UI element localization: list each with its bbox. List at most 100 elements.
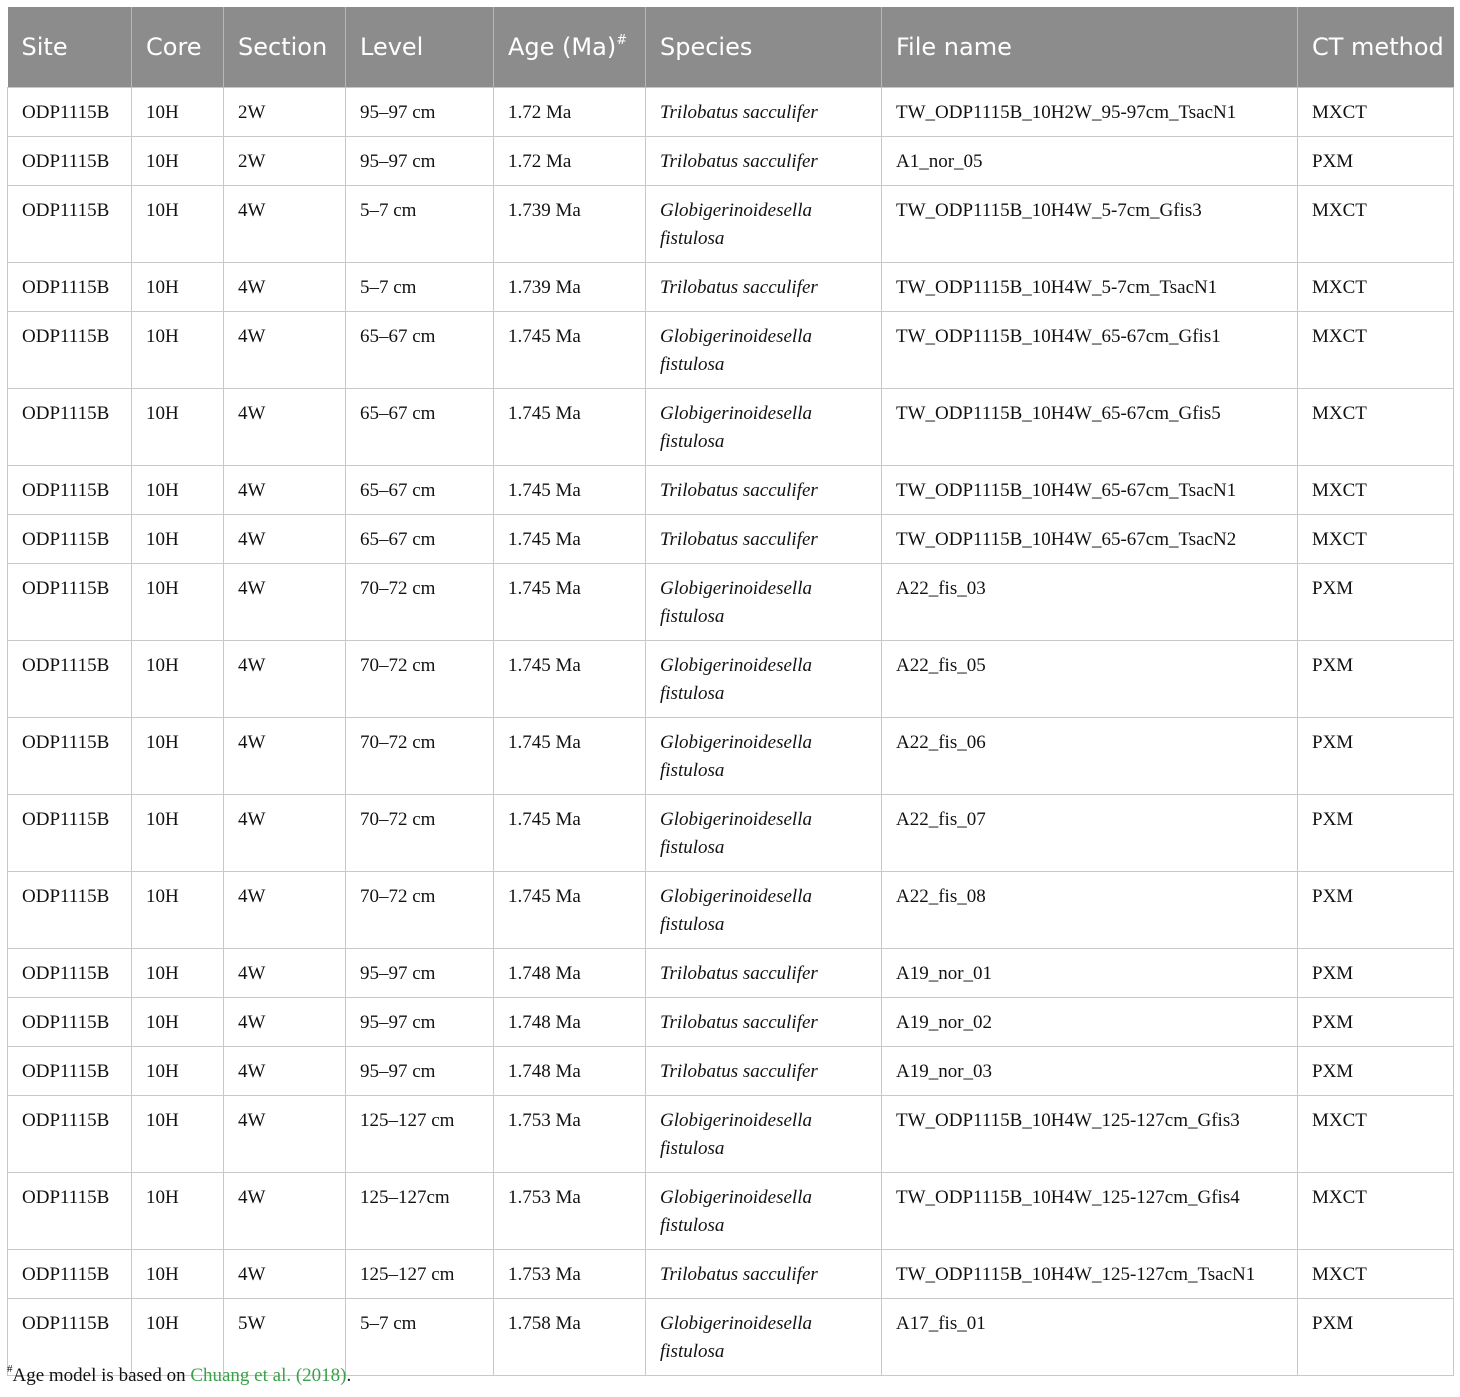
cell-age: 1.745 Ma bbox=[493, 640, 646, 718]
cell-species: Globigerinoidesella fistulosa bbox=[645, 717, 882, 795]
cell-age: 1.753 Ma bbox=[493, 1095, 646, 1173]
cell-species: Globigerinoidesella fistulosa bbox=[645, 1095, 882, 1173]
cell-core: 10H bbox=[131, 514, 224, 564]
table-row: ODP1115B 10H 4W 125–127 cm 1.753 Ma Globigeri… bbox=[7, 1095, 1454, 1173]
cell-level: 65–67 cm bbox=[345, 465, 494, 515]
cell-core: 10H bbox=[131, 640, 224, 718]
cell-ct-method: PXM bbox=[1297, 1298, 1454, 1376]
header-core: Core bbox=[131, 7, 224, 88]
header-site: Site bbox=[7, 7, 132, 88]
cell-section: 4W bbox=[223, 717, 346, 795]
table-row: ODP1115B 10H 5W 5–7 cm 1.758 Ma Globigerinoid… bbox=[7, 1298, 1454, 1376]
cell-ct-method: MXCT bbox=[1297, 262, 1454, 312]
cell-species: Trilobatus sacculifer bbox=[645, 1249, 882, 1299]
cell-file-name: TW_ODP1115B_10H2W_95-97cm_TsacN1 bbox=[881, 87, 1298, 137]
cell-site: ODP1115B bbox=[7, 1298, 132, 1376]
cell-file-name: A19_nor_03 bbox=[881, 1046, 1298, 1096]
cell-level: 95–97 cm bbox=[345, 948, 494, 998]
table-row: ODP1115B 10H 4W 70–72 cm 1.745 Ma Globigerino… bbox=[7, 717, 1454, 795]
cell-level: 70–72 cm bbox=[345, 563, 494, 641]
table-container: Site Core Section Level Age (Ma)# Specie… bbox=[7, 7, 1454, 1376]
table-row: ODP1115B 10H 4W 65–67 cm 1.745 Ma Trilobatus … bbox=[7, 514, 1454, 564]
cell-level: 95–97 cm bbox=[345, 136, 494, 186]
cell-level: 125–127cm bbox=[345, 1172, 494, 1250]
cell-section: 4W bbox=[223, 871, 346, 949]
cell-species: Trilobatus sacculifer bbox=[645, 87, 882, 137]
cell-ct-method: MXCT bbox=[1297, 1172, 1454, 1250]
cell-site: ODP1115B bbox=[7, 136, 132, 186]
cell-ct-method: MXCT bbox=[1297, 87, 1454, 137]
table-row: ODP1115B 10H 2W 95–97 cm 1.72 Ma Trilobatus s… bbox=[7, 87, 1454, 137]
cell-level: 70–72 cm bbox=[345, 794, 494, 872]
table-row: ODP1115B 10H 4W 5–7 cm 1.739 Ma Trilobatus sa… bbox=[7, 262, 1454, 312]
cell-section: 4W bbox=[223, 563, 346, 641]
cell-level: 65–67 cm bbox=[345, 388, 494, 466]
header-species: Species bbox=[645, 7, 882, 88]
cell-level: 70–72 cm bbox=[345, 871, 494, 949]
cell-species: Trilobatus sacculifer bbox=[645, 948, 882, 998]
cell-level: 5–7 cm bbox=[345, 185, 494, 263]
cell-age: 1.745 Ma bbox=[493, 717, 646, 795]
cell-file-name: A22_fis_03 bbox=[881, 563, 1298, 641]
cell-file-name: A19_nor_01 bbox=[881, 948, 1298, 998]
cell-section: 4W bbox=[223, 262, 346, 312]
cell-core: 10H bbox=[131, 871, 224, 949]
cell-species: Globigerinoidesella fistulosa bbox=[645, 871, 882, 949]
cell-section: 5W bbox=[223, 1298, 346, 1376]
table-body: ODP1115B 10H 2W 95–97 cm 1.72 Ma Trilobatus s… bbox=[7, 87, 1454, 1376]
cell-section: 4W bbox=[223, 1095, 346, 1173]
cell-site: ODP1115B bbox=[7, 388, 132, 466]
table-row: ODP1115B 10H 4W 95–97 cm 1.748 Ma Trilobatus … bbox=[7, 997, 1454, 1047]
cell-site: ODP1115B bbox=[7, 794, 132, 872]
cell-ct-method: MXCT bbox=[1297, 1249, 1454, 1299]
cell-core: 10H bbox=[131, 465, 224, 515]
footnote-reference-link[interactable]: Chuang et al. (2018) bbox=[190, 1365, 346, 1386]
cell-file-name: TW_ODP1115B_10H4W_65-67cm_Gfis5 bbox=[881, 388, 1298, 466]
cell-ct-method: PXM bbox=[1297, 794, 1454, 872]
cell-file-name: A22_fis_07 bbox=[881, 794, 1298, 872]
cell-site: ODP1115B bbox=[7, 871, 132, 949]
cell-section: 4W bbox=[223, 465, 346, 515]
cell-level: 70–72 cm bbox=[345, 717, 494, 795]
cell-site: ODP1115B bbox=[7, 997, 132, 1047]
cell-site: ODP1115B bbox=[7, 948, 132, 998]
cell-section: 4W bbox=[223, 388, 346, 466]
cell-core: 10H bbox=[131, 1298, 224, 1376]
cell-core: 10H bbox=[131, 997, 224, 1047]
cell-site: ODP1115B bbox=[7, 262, 132, 312]
cell-file-name: A22_fis_08 bbox=[881, 871, 1298, 949]
cell-age: 1.758 Ma bbox=[493, 1298, 646, 1376]
cell-section: 4W bbox=[223, 514, 346, 564]
cell-species: Globigerinoidesella fistulosa bbox=[645, 311, 882, 389]
cell-core: 10H bbox=[131, 136, 224, 186]
cell-core: 10H bbox=[131, 1095, 224, 1173]
cell-section: 4W bbox=[223, 794, 346, 872]
cell-section: 2W bbox=[223, 136, 346, 186]
header-level: Level bbox=[345, 7, 494, 88]
cell-core: 10H bbox=[131, 262, 224, 312]
cell-level: 125–127 cm bbox=[345, 1249, 494, 1299]
footnote-text: Age model is based on bbox=[12, 1365, 191, 1386]
table-row: ODP1115B 10H 4W 70–72 cm 1.745 Ma Globigerino… bbox=[7, 794, 1454, 872]
cell-age: 1.745 Ma bbox=[493, 794, 646, 872]
cell-site: ODP1115B bbox=[7, 563, 132, 641]
cell-age: 1.745 Ma bbox=[493, 465, 646, 515]
table-row: ODP1115B 10H 4W 65–67 cm 1.745 Ma Globigerino… bbox=[7, 311, 1454, 389]
cell-age: 1.745 Ma bbox=[493, 514, 646, 564]
cell-file-name: A22_fis_05 bbox=[881, 640, 1298, 718]
cell-age: 1.748 Ma bbox=[493, 1046, 646, 1096]
cell-file-name: TW_ODP1115B_10H4W_125-127cm_Gfis4 bbox=[881, 1172, 1298, 1250]
cell-site: ODP1115B bbox=[7, 465, 132, 515]
cell-ct-method: PXM bbox=[1297, 717, 1454, 795]
cell-core: 10H bbox=[131, 1046, 224, 1096]
cell-species: Globigerinoidesella fistulosa bbox=[645, 1298, 882, 1376]
cell-section: 4W bbox=[223, 1046, 346, 1096]
table-row: ODP1115B 10H 4W 70–72 cm 1.745 Ma Globigerino… bbox=[7, 563, 1454, 641]
header-age-label: Age (Ma) bbox=[508, 32, 617, 61]
cell-file-name: TW_ODP1115B_10H4W_65-67cm_TsacN1 bbox=[881, 465, 1298, 515]
cell-core: 10H bbox=[131, 563, 224, 641]
cell-level: 95–97 cm bbox=[345, 87, 494, 137]
cell-level: 95–97 cm bbox=[345, 1046, 494, 1096]
cell-core: 10H bbox=[131, 794, 224, 872]
cell-core: 10H bbox=[131, 185, 224, 263]
